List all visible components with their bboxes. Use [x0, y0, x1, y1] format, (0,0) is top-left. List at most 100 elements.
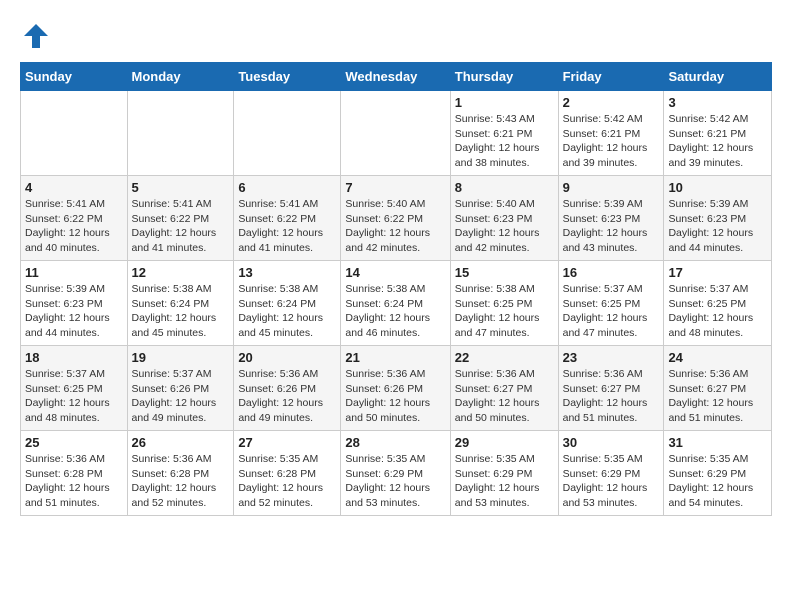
day-info: Sunrise: 5:36 AM Sunset: 6:28 PM Dayligh… [132, 452, 230, 511]
calendar-cell: 17 Sunrise: 5:37 AM Sunset: 6:25 PM Dayli… [664, 261, 772, 346]
day-info: Sunrise: 5:40 AM Sunset: 6:22 PM Dayligh… [345, 197, 445, 256]
day-info: Sunrise: 5:38 AM Sunset: 6:25 PM Dayligh… [455, 282, 554, 341]
calendar-cell [21, 91, 128, 176]
day-header-thursday: Thursday [450, 63, 558, 91]
day-number: 20 [238, 350, 336, 365]
day-info: Sunrise: 5:37 AM Sunset: 6:26 PM Dayligh… [132, 367, 230, 426]
calendar-cell: 27 Sunrise: 5:35 AM Sunset: 6:28 PM Dayli… [234, 431, 341, 516]
calendar-cell: 31 Sunrise: 5:35 AM Sunset: 6:29 PM Dayli… [664, 431, 772, 516]
day-info: Sunrise: 5:39 AM Sunset: 6:23 PM Dayligh… [563, 197, 660, 256]
day-info: Sunrise: 5:37 AM Sunset: 6:25 PM Dayligh… [668, 282, 767, 341]
calendar-cell: 13 Sunrise: 5:38 AM Sunset: 6:24 PM Dayli… [234, 261, 341, 346]
day-number: 24 [668, 350, 767, 365]
day-header-monday: Monday [127, 63, 234, 91]
calendar-cell: 10 Sunrise: 5:39 AM Sunset: 6:23 PM Dayli… [664, 176, 772, 261]
day-header-tuesday: Tuesday [234, 63, 341, 91]
day-info: Sunrise: 5:38 AM Sunset: 6:24 PM Dayligh… [132, 282, 230, 341]
day-info: Sunrise: 5:36 AM Sunset: 6:26 PM Dayligh… [238, 367, 336, 426]
day-info: Sunrise: 5:41 AM Sunset: 6:22 PM Dayligh… [132, 197, 230, 256]
calendar-cell: 26 Sunrise: 5:36 AM Sunset: 6:28 PM Dayli… [127, 431, 234, 516]
day-number: 27 [238, 435, 336, 450]
day-number: 29 [455, 435, 554, 450]
calendar-cell: 15 Sunrise: 5:38 AM Sunset: 6:25 PM Dayli… [450, 261, 558, 346]
day-info: Sunrise: 5:35 AM Sunset: 6:29 PM Dayligh… [345, 452, 445, 511]
day-info: Sunrise: 5:36 AM Sunset: 6:26 PM Dayligh… [345, 367, 445, 426]
calendar-cell: 20 Sunrise: 5:36 AM Sunset: 6:26 PM Dayli… [234, 346, 341, 431]
day-number: 21 [345, 350, 445, 365]
day-number: 5 [132, 180, 230, 195]
days-header-row: SundayMondayTuesdayWednesdayThursdayFrid… [21, 63, 772, 91]
calendar-cell: 18 Sunrise: 5:37 AM Sunset: 6:25 PM Dayli… [21, 346, 128, 431]
calendar-cell: 6 Sunrise: 5:41 AM Sunset: 6:22 PM Daylig… [234, 176, 341, 261]
day-number: 2 [563, 95, 660, 110]
day-number: 10 [668, 180, 767, 195]
day-number: 13 [238, 265, 336, 280]
week-row-3: 11Sunrise: 5:39 AM Sunset: 6:23 PM Dayli… [21, 261, 772, 346]
week-row-1: 1 Sunrise: 5:43 AM Sunset: 6:21 PM Daylig… [21, 91, 772, 176]
week-row-5: 25 Sunrise: 5:36 AM Sunset: 6:28 PM Dayli… [21, 431, 772, 516]
day-info: Sunrise: 5:36 AM Sunset: 6:27 PM Dayligh… [455, 367, 554, 426]
day-number: 8 [455, 180, 554, 195]
calendar-cell: 11Sunrise: 5:39 AM Sunset: 6:23 PM Dayli… [21, 261, 128, 346]
calendar-cell: 1 Sunrise: 5:43 AM Sunset: 6:21 PM Daylig… [450, 91, 558, 176]
day-number: 31 [668, 435, 767, 450]
day-header-wednesday: Wednesday [341, 63, 450, 91]
day-number: 12 [132, 265, 230, 280]
header [20, 20, 772, 52]
day-info: Sunrise: 5:42 AM Sunset: 6:21 PM Dayligh… [668, 112, 767, 171]
day-number: 22 [455, 350, 554, 365]
logo-icon [20, 20, 52, 52]
day-info: Sunrise: 5:35 AM Sunset: 6:29 PM Dayligh… [668, 452, 767, 511]
calendar-cell: 9 Sunrise: 5:39 AM Sunset: 6:23 PM Daylig… [558, 176, 664, 261]
logo [20, 20, 56, 52]
calendar-cell: 2Sunrise: 5:42 AM Sunset: 6:21 PM Daylig… [558, 91, 664, 176]
day-info: Sunrise: 5:35 AM Sunset: 6:28 PM Dayligh… [238, 452, 336, 511]
day-number: 6 [238, 180, 336, 195]
day-info: Sunrise: 5:37 AM Sunset: 6:25 PM Dayligh… [25, 367, 123, 426]
day-info: Sunrise: 5:38 AM Sunset: 6:24 PM Dayligh… [238, 282, 336, 341]
day-number: 7 [345, 180, 445, 195]
day-info: Sunrise: 5:39 AM Sunset: 6:23 PM Dayligh… [25, 282, 123, 341]
day-header-friday: Friday [558, 63, 664, 91]
day-number: 14 [345, 265, 445, 280]
day-info: Sunrise: 5:37 AM Sunset: 6:25 PM Dayligh… [563, 282, 660, 341]
day-number: 3 [668, 95, 767, 110]
day-info: Sunrise: 5:40 AM Sunset: 6:23 PM Dayligh… [455, 197, 554, 256]
day-info: Sunrise: 5:39 AM Sunset: 6:23 PM Dayligh… [668, 197, 767, 256]
day-number: 25 [25, 435, 123, 450]
week-row-2: 4 Sunrise: 5:41 AM Sunset: 6:22 PM Daylig… [21, 176, 772, 261]
day-number: 9 [563, 180, 660, 195]
day-number: 15 [455, 265, 554, 280]
day-number: 4 [25, 180, 123, 195]
day-number: 23 [563, 350, 660, 365]
calendar-table: SundayMondayTuesdayWednesdayThursdayFrid… [20, 62, 772, 516]
calendar-cell: 5 Sunrise: 5:41 AM Sunset: 6:22 PM Daylig… [127, 176, 234, 261]
day-info: Sunrise: 5:41 AM Sunset: 6:22 PM Dayligh… [238, 197, 336, 256]
day-info: Sunrise: 5:35 AM Sunset: 6:29 PM Dayligh… [455, 452, 554, 511]
day-info: Sunrise: 5:36 AM Sunset: 6:27 PM Dayligh… [563, 367, 660, 426]
calendar-cell: 16Sunrise: 5:37 AM Sunset: 6:25 PM Dayli… [558, 261, 664, 346]
calendar-cell: 30Sunrise: 5:35 AM Sunset: 6:29 PM Dayli… [558, 431, 664, 516]
day-number: 30 [563, 435, 660, 450]
calendar-cell: 4Sunrise: 5:41 AM Sunset: 6:22 PM Daylig… [21, 176, 128, 261]
day-header-saturday: Saturday [664, 63, 772, 91]
calendar-cell: 29 Sunrise: 5:35 AM Sunset: 6:29 PM Dayli… [450, 431, 558, 516]
day-number: 17 [668, 265, 767, 280]
calendar-cell: 25Sunrise: 5:36 AM Sunset: 6:28 PM Dayli… [21, 431, 128, 516]
calendar-cell: 8 Sunrise: 5:40 AM Sunset: 6:23 PM Daylig… [450, 176, 558, 261]
day-number: 1 [455, 95, 554, 110]
calendar-cell: 14Sunrise: 5:38 AM Sunset: 6:24 PM Dayli… [341, 261, 450, 346]
calendar-cell: 24 Sunrise: 5:36 AM Sunset: 6:27 PM Dayli… [664, 346, 772, 431]
day-info: Sunrise: 5:43 AM Sunset: 6:21 PM Dayligh… [455, 112, 554, 171]
calendar-cell [341, 91, 450, 176]
calendar-cell: 19Sunrise: 5:37 AM Sunset: 6:26 PM Dayli… [127, 346, 234, 431]
calendar-cell: 23 Sunrise: 5:36 AM Sunset: 6:27 PM Dayli… [558, 346, 664, 431]
day-info: Sunrise: 5:36 AM Sunset: 6:27 PM Dayligh… [668, 367, 767, 426]
day-number: 18 [25, 350, 123, 365]
week-row-4: 18 Sunrise: 5:37 AM Sunset: 6:25 PM Dayli… [21, 346, 772, 431]
day-number: 28 [345, 435, 445, 450]
calendar-cell: 22 Sunrise: 5:36 AM Sunset: 6:27 PM Dayli… [450, 346, 558, 431]
calendar-cell [234, 91, 341, 176]
calendar-cell [127, 91, 234, 176]
day-number: 26 [132, 435, 230, 450]
